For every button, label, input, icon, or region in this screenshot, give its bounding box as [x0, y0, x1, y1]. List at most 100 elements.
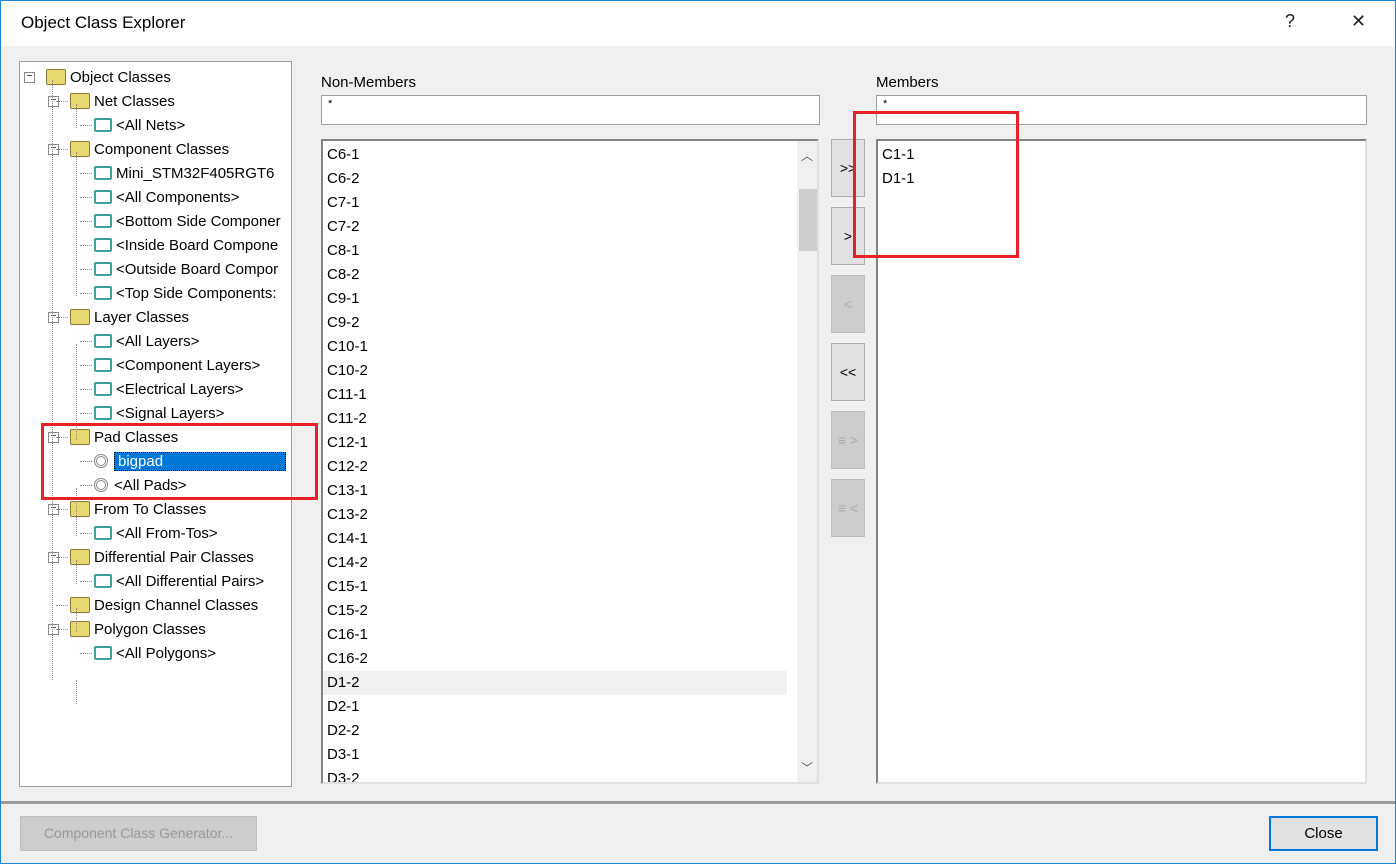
tree-item[interactable]: Layer Classes [70, 306, 189, 328]
tree-item[interactable]: <All Layers> [94, 330, 199, 352]
tree-connector [80, 221, 92, 222]
tree-item[interactable]: <All From-Tos> [94, 522, 218, 544]
tree-item[interactable]: <Bottom Side Componer [94, 210, 281, 232]
component-icon [94, 166, 112, 180]
tree-item[interactable]: Net Classes [70, 90, 175, 112]
list-item[interactable]: D2-1 [327, 695, 360, 719]
tree-item[interactable]: <Electrical Layers> [94, 378, 244, 400]
list-item[interactable]: C15-2 [327, 599, 368, 623]
tree-connector [52, 80, 53, 680]
list-item[interactable]: C9-1 [327, 287, 360, 311]
non-members-filter-input[interactable]: * [321, 95, 820, 125]
layer-icon [94, 406, 112, 420]
scroll-thumb[interactable] [799, 189, 817, 251]
list-item[interactable]: C7-2 [327, 215, 360, 239]
object-class-explorer-dialog: Object Class Explorer ? ✕ − Object Classe… [0, 0, 1396, 864]
tree-item[interactable]: Polygon Classes [70, 618, 206, 640]
list-item[interactable]: D3-1 [327, 743, 360, 767]
list-item[interactable]: C13-1 [327, 479, 368, 503]
list-item[interactable]: C10-1 [327, 335, 368, 359]
tree-item[interactable]: <Inside Board Compone [94, 234, 278, 256]
list-item[interactable]: C9-2 [327, 311, 360, 335]
list-item[interactable]: D2-2 [327, 719, 360, 743]
tree-item-label: Component Classes [94, 140, 230, 158]
folder-icon [70, 93, 90, 109]
fromto-icon [94, 526, 112, 540]
list-item[interactable]: D3-2 [327, 767, 360, 782]
folder-icon [70, 597, 90, 613]
tree-item[interactable]: Mini_STM32F405RGT6 [94, 162, 274, 184]
close-window-button[interactable]: ✕ [1351, 11, 1366, 32]
remove-selected-button[interactable]: ≡ < [831, 479, 865, 537]
tree-item[interactable]: <Outside Board Compor [94, 258, 278, 280]
tree-item[interactable]: <All Differential Pairs> [94, 570, 264, 592]
tree-connector [56, 149, 68, 150]
tree-item-label: Polygon Classes [94, 620, 206, 638]
list-item[interactable]: C8-1 [327, 239, 360, 263]
component-icon [94, 190, 112, 204]
fromto-icon [94, 574, 112, 588]
list-item[interactable]: C13-2 [327, 503, 368, 527]
list-item[interactable]: D1-2 [323, 671, 787, 695]
list-item[interactable]: C11-1 [327, 383, 367, 407]
tree-connector [80, 581, 92, 582]
list-item[interactable]: C11-2 [327, 407, 367, 431]
tree-item-label: <All Differential Pairs> [116, 572, 265, 590]
list-item[interactable]: C6-2 [327, 167, 360, 191]
tree-item[interactable]: <All Nets> [94, 114, 185, 136]
tree-item[interactable]: <Top Side Components: [94, 282, 277, 304]
tree-item[interactable]: Design Channel Classes [70, 594, 258, 616]
component-class-generator-button[interactable]: Component Class Generator... [20, 816, 257, 851]
tree-item[interactable]: <All Polygons> [94, 642, 216, 664]
tree-connector [56, 629, 68, 630]
non-members-scrollbar[interactable]: ︿ ﹀ [797, 141, 817, 782]
non-members-list[interactable]: ︿ ﹀ C6-1 C6-2 C7-1 C7-2 C8-1 C8-2 C9-1 C9-2 C10-… [321, 139, 819, 784]
tree-item-label: Layer Classes [94, 308, 190, 326]
add-selected-button[interactable]: ≡ > [831, 411, 865, 469]
tree-connector [56, 509, 68, 510]
scroll-up-icon[interactable]: ︿ [801, 147, 813, 164]
remove-button[interactable]: < [831, 275, 865, 333]
folder-icon [70, 549, 90, 565]
tree-item[interactable]: Differential Pair Classes [70, 546, 254, 568]
tree-item[interactable]: <Component Layers> [94, 354, 260, 376]
list-item[interactable]: C10-2 [327, 359, 368, 383]
component-icon [94, 286, 112, 300]
list-item[interactable]: C7-1 [327, 191, 360, 215]
folder-icon [46, 69, 66, 85]
list-item[interactable]: C12-2 [327, 455, 368, 479]
tree-item[interactable]: From To Classes [70, 498, 206, 520]
tree-connector [80, 245, 92, 246]
tree-connector [76, 560, 77, 584]
tree-connector [80, 413, 92, 414]
tree-item-label: Net Classes [94, 92, 175, 110]
tree-item-label: <All From-Tos> [116, 524, 218, 542]
list-item[interactable]: C14-2 [327, 551, 368, 575]
list-item[interactable]: C12-1 [327, 431, 368, 455]
tree-item[interactable]: Component Classes [70, 138, 229, 160]
layer-icon [94, 382, 112, 396]
tree-item-label: <All Layers> [116, 332, 200, 350]
tree-item-label: <Outside Board Compor [116, 260, 279, 278]
dialog-title: Object Class Explorer [21, 13, 186, 32]
tree-item-label: <Component Layers> [116, 356, 261, 374]
list-item[interactable]: C8-2 [327, 263, 360, 287]
tree-item[interactable]: Object Classes [46, 66, 171, 88]
non-members-label: Non-Members [321, 74, 417, 91]
tree-connector [80, 269, 92, 270]
folder-icon [70, 621, 90, 637]
remove-all-button[interactable]: << [831, 343, 865, 401]
list-item[interactable]: C14-1 [327, 527, 368, 551]
list-item[interactable]: C15-1 [327, 575, 368, 599]
list-item[interactable]: C16-2 [327, 647, 368, 671]
list-item[interactable]: C6-1 [327, 143, 360, 167]
close-button[interactable]: Close [1269, 816, 1378, 851]
tree-item-label: <Signal Layers> [116, 404, 225, 422]
tree-item[interactable]: <All Components> [94, 186, 239, 208]
list-item[interactable]: C16-1 [327, 623, 368, 647]
collapse-icon[interactable]: − [24, 72, 35, 83]
tree-connector [56, 557, 68, 558]
scroll-down-icon[interactable]: ﹀ [801, 759, 813, 776]
tree-item[interactable]: <Signal Layers> [94, 402, 224, 424]
help-button[interactable]: ? [1285, 11, 1295, 32]
